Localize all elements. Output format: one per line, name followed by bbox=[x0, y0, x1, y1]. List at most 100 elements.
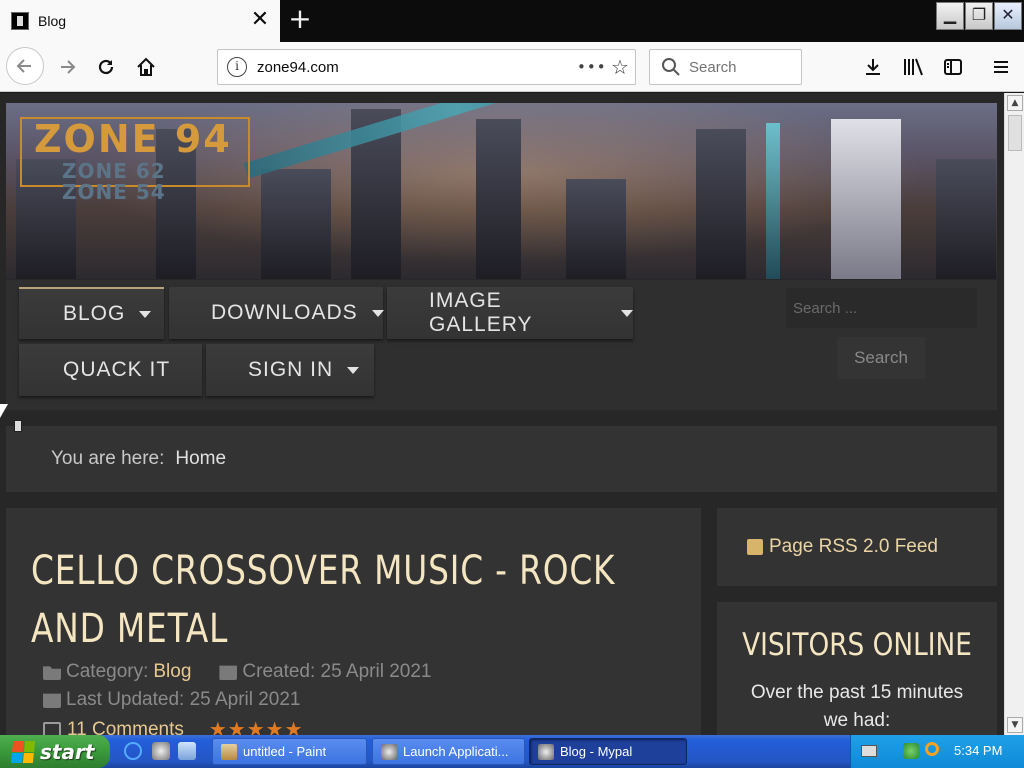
hamburger-menu-button[interactable] bbox=[984, 51, 1018, 83]
visitors-title: VISITORS ONLINE bbox=[742, 627, 972, 663]
site-favicon-icon bbox=[11, 12, 29, 30]
bookmark-star-icon[interactable]: ☆ bbox=[605, 55, 635, 79]
rss-icon bbox=[747, 539, 763, 555]
banner-building bbox=[831, 119, 901, 279]
internet-explorer-icon[interactable] bbox=[124, 742, 142, 760]
star-rating[interactable]: ★★★★★ bbox=[209, 717, 304, 735]
main-menu: BLOG DOWNLOADS IMAGE GALLERY QUACK IT SI… bbox=[6, 280, 997, 410]
scroll-thumb[interactable] bbox=[1008, 115, 1022, 151]
taskbar: start untitled - Paint Launch Applicati.… bbox=[0, 735, 1024, 768]
back-button[interactable] bbox=[6, 47, 44, 85]
home-button[interactable] bbox=[129, 51, 163, 83]
close-window-button[interactable]: ✕ bbox=[994, 2, 1022, 30]
network-icon[interactable] bbox=[903, 743, 919, 759]
comment-icon bbox=[43, 722, 61, 735]
breadcrumb-home-link[interactable]: Home bbox=[175, 448, 226, 470]
mypal-browser-icon[interactable] bbox=[152, 742, 170, 760]
article: CELLO CROSSOVER MUSIC - ROCK AND METAL C… bbox=[6, 508, 701, 735]
maximize-window-button[interactable]: ❐ bbox=[965, 2, 993, 30]
url-text[interactable]: zone94.com bbox=[257, 59, 577, 76]
downloads-button[interactable] bbox=[856, 51, 890, 83]
tab-title: Blog bbox=[38, 13, 67, 29]
busy-cursor-icon bbox=[14, 420, 22, 432]
menu-item-label: QUACK IT bbox=[63, 358, 171, 381]
rss-feed-link[interactable]: Page RSS 2.0 Feed bbox=[769, 536, 938, 558]
page-actions-icon[interactable]: ••• bbox=[577, 58, 606, 76]
menu-item-blog[interactable]: BLOG bbox=[19, 287, 164, 339]
menu-item-label: DOWNLOADS bbox=[211, 301, 358, 324]
site-search-button[interactable]: Search bbox=[837, 337, 925, 379]
media-player-icon[interactable] bbox=[178, 742, 196, 760]
caret-down-icon bbox=[371, 309, 384, 317]
navigation-toolbar: i zone94.com ••• ☆ bbox=[0, 42, 1024, 92]
site-search-input[interactable] bbox=[786, 288, 977, 328]
sidebar-icon bbox=[944, 59, 962, 75]
caret-down-icon bbox=[347, 366, 360, 374]
browser-search-input[interactable] bbox=[689, 58, 794, 76]
search-icon bbox=[662, 58, 680, 76]
banner-monorail bbox=[766, 123, 780, 279]
keyboard-icon[interactable] bbox=[861, 745, 877, 757]
folder-icon bbox=[43, 666, 61, 680]
taskbar-window-paint[interactable]: untitled - Paint bbox=[212, 738, 367, 765]
menu-item-sign-in[interactable]: SIGN IN bbox=[206, 344, 374, 396]
taskbar-window-label: Blog - Mypal bbox=[560, 744, 633, 759]
taskbar-window-launch-applications[interactable]: Launch Applicati... bbox=[372, 738, 525, 765]
caret-down-icon bbox=[139, 310, 152, 318]
scroll-down-icon[interactable]: ▼ bbox=[1007, 717, 1023, 733]
vertical-scrollbar[interactable]: ▲ ▼ bbox=[1004, 93, 1024, 735]
minimize-window-button[interactable]: ▁ bbox=[936, 2, 964, 30]
reload-icon bbox=[98, 59, 114, 75]
site-info-icon[interactable]: i bbox=[227, 57, 247, 77]
banner-building bbox=[936, 159, 996, 279]
hamburger-icon bbox=[994, 61, 1008, 73]
banner-building bbox=[261, 169, 331, 279]
calendar-icon bbox=[219, 665, 238, 680]
article-meta-row: 11 Comments ★★★★★ bbox=[43, 717, 304, 735]
start-button[interactable]: start bbox=[0, 735, 110, 768]
banner-building bbox=[566, 179, 626, 279]
download-icon bbox=[866, 59, 880, 75]
menu-item-quack-it[interactable]: QUACK IT bbox=[19, 344, 202, 396]
menu-item-image-gallery[interactable]: IMAGE GALLERY bbox=[387, 287, 633, 339]
article-title[interactable]: CELLO CROSSOVER MUSIC - ROCK AND METAL bbox=[31, 542, 679, 658]
menu-item-label: BLOG bbox=[63, 302, 126, 325]
search-tray-icon[interactable] bbox=[925, 742, 939, 756]
paint-app-icon bbox=[221, 743, 237, 760]
category-link[interactable]: Blog bbox=[153, 661, 191, 683]
sidebar-button[interactable] bbox=[936, 51, 970, 83]
tab-blog[interactable]: Blog ✕ bbox=[0, 0, 280, 42]
menu-item-downloads[interactable]: DOWNLOADS bbox=[169, 287, 384, 339]
visitors-text: Over the past 15 minutes we had: bbox=[750, 682, 964, 731]
updated-text: Last Updated: 25 April 2021 bbox=[66, 689, 301, 710]
site-logo-sub: ZONE 54 bbox=[62, 180, 166, 204]
comments-link[interactable]: 11 Comments bbox=[67, 719, 184, 736]
visitors-online-panel: VISITORS ONLINE Over the past 15 minutes… bbox=[717, 602, 997, 735]
calendar-icon bbox=[43, 693, 61, 708]
site-logo-sub: ZONE 62 bbox=[62, 159, 166, 183]
taskbar-window-label: untitled - Paint bbox=[243, 744, 327, 759]
menu-item-label: SIGN IN bbox=[248, 358, 334, 381]
scroll-up-icon[interactable]: ▲ bbox=[1007, 95, 1023, 111]
new-tab-button[interactable]: + bbox=[283, 4, 317, 36]
home-icon bbox=[137, 57, 155, 76]
banner-building bbox=[476, 119, 521, 279]
site-logo[interactable]: ZONE 94 bbox=[34, 119, 232, 159]
forward-arrow-icon bbox=[61, 60, 76, 74]
browser-search-box[interactable] bbox=[649, 49, 802, 85]
banner-building bbox=[696, 129, 746, 279]
address-bar[interactable]: i zone94.com ••• ☆ bbox=[217, 49, 636, 85]
rss-feed-panel: Page RSS 2.0 Feed bbox=[717, 508, 997, 586]
forward-button[interactable] bbox=[50, 51, 84, 83]
reload-button[interactable] bbox=[89, 51, 123, 83]
breadcrumb-label: You are here: bbox=[51, 448, 165, 469]
clock[interactable]: 5:34 PM bbox=[954, 743, 1002, 758]
mypal-app-icon bbox=[538, 743, 554, 760]
category-label: Category: bbox=[66, 661, 149, 682]
tab-bar: Blog ✕ + ▁ ❐ ✕ bbox=[0, 0, 1024, 42]
library-button[interactable] bbox=[896, 51, 930, 83]
launcher-app-icon bbox=[381, 743, 397, 760]
breadcrumb: You are here: Home bbox=[6, 426, 997, 492]
taskbar-window-blog-mypal[interactable]: Blog - Mypal bbox=[529, 738, 687, 765]
close-tab-icon[interactable]: ✕ bbox=[248, 9, 272, 33]
